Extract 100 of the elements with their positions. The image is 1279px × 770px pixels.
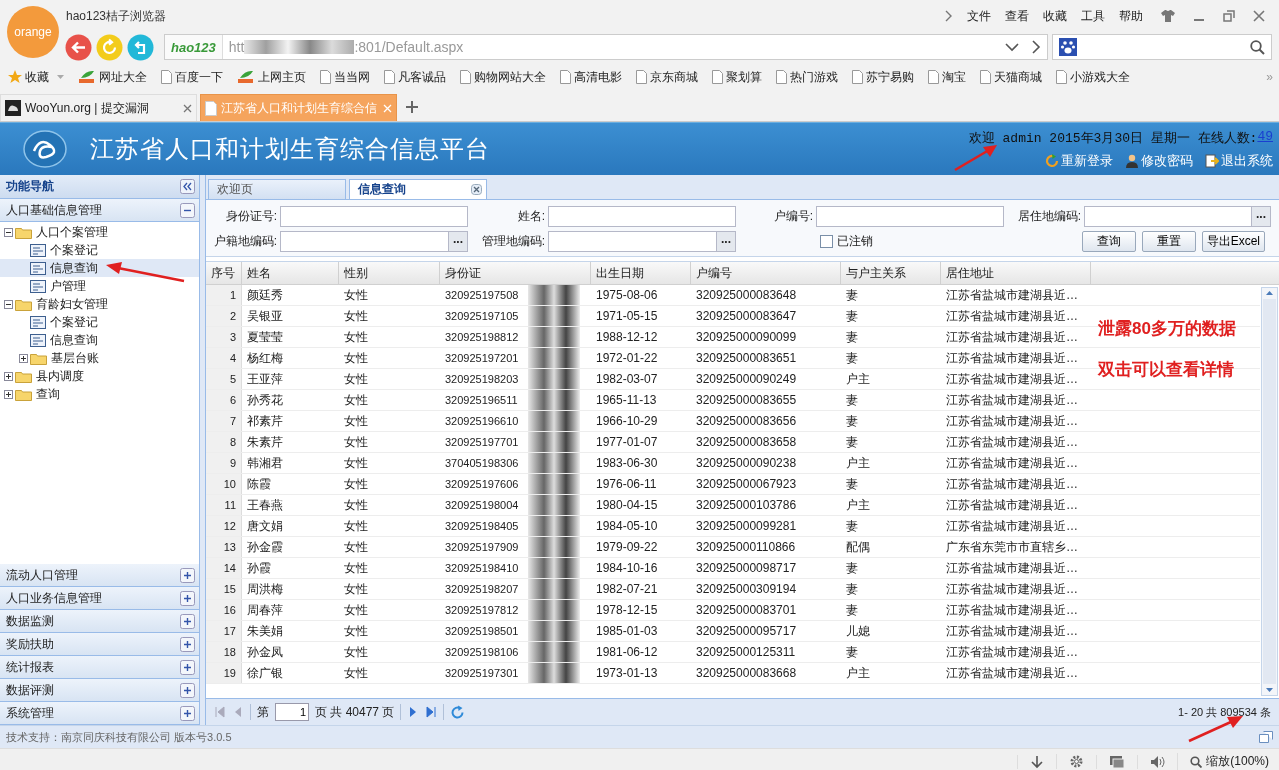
- menu-item[interactable]: 文件: [967, 7, 991, 25]
- close-icon[interactable]: [1253, 10, 1265, 22]
- tree-item[interactable]: 县内调度: [0, 367, 199, 385]
- bookmark-item[interactable]: 聚划算: [712, 68, 762, 86]
- browser-tab[interactable]: WooYun.org | 提交漏洞: [0, 94, 197, 121]
- picker-field[interactable]: ...: [1084, 206, 1271, 227]
- bookmark-item[interactable]: 购物网站大全: [460, 68, 546, 86]
- chevron-icon[interactable]: [945, 10, 953, 22]
- window-icon[interactable]: [1259, 731, 1273, 743]
- bookmark-item[interactable]: 小游戏大全: [1056, 68, 1130, 86]
- column-header[interactable]: 居住地址: [941, 262, 1091, 284]
- toggle-icon[interactable]: [180, 613, 195, 629]
- tree-item[interactable]: 个案登记: [0, 241, 199, 259]
- row-number: 2: [206, 306, 242, 326]
- bookmark-item[interactable]: 当当网: [320, 68, 370, 86]
- nav-section-header[interactable]: 系统管理: [0, 702, 199, 725]
- nav-section-header[interactable]: 人口业务信息管理: [0, 587, 199, 610]
- menu-item[interactable]: 工具: [1081, 7, 1105, 25]
- expander-icon[interactable]: [19, 353, 28, 363]
- shirt-icon[interactable]: [1161, 10, 1175, 22]
- bookmark-item[interactable]: 上网主页: [237, 68, 306, 86]
- column-header[interactable]: 性别: [339, 262, 440, 284]
- picker-field[interactable]: ...: [280, 231, 468, 252]
- restore-icon[interactable]: [1223, 10, 1235, 22]
- bookmark-item[interactable]: 苏宁易购: [852, 68, 914, 86]
- search-field[interactable]: [1052, 34, 1272, 60]
- bookmark-item[interactable]: 热门游戏: [776, 68, 838, 86]
- column-header[interactable]: 序号: [206, 262, 242, 284]
- toggle-icon[interactable]: [180, 567, 195, 583]
- nav-section-header[interactable]: 奖励扶助: [0, 633, 199, 656]
- content-tab[interactable]: 欢迎页: [208, 179, 346, 199]
- expander-icon[interactable]: [4, 299, 13, 309]
- tree-item[interactable]: 查询: [0, 385, 199, 403]
- tree-item[interactable]: 人口个案管理: [0, 223, 199, 241]
- column-header[interactable]: 身份证: [440, 262, 591, 284]
- close-icon[interactable]: [471, 184, 482, 195]
- nav-section-header[interactable]: 流动人口管理: [0, 564, 199, 587]
- nav-section-header[interactable]: 数据监测: [0, 610, 199, 633]
- tree-item[interactable]: 育龄妇女管理: [0, 295, 199, 313]
- scrollbar[interactable]: [1261, 287, 1278, 696]
- toggle-icon[interactable]: [180, 636, 195, 652]
- collapse-icon[interactable]: [180, 179, 195, 194]
- column-header[interactable]: 与户主关系: [841, 262, 941, 284]
- forward-icon[interactable]: [1031, 40, 1041, 54]
- nav-section-header[interactable]: 统计报表: [0, 656, 199, 679]
- emblem-icon: [22, 129, 68, 169]
- form-button[interactable]: 导出Excel: [1201, 231, 1265, 252]
- form-button[interactable]: 重置: [1141, 231, 1196, 252]
- bookmark-item[interactable]: 百度一下: [161, 68, 223, 86]
- expander-icon[interactable]: [4, 389, 13, 399]
- close-icon[interactable]: [183, 103, 192, 113]
- menu-item[interactable]: 帮助: [1119, 7, 1143, 25]
- search-icon[interactable]: [1250, 39, 1265, 55]
- table-cell-text: 周洪梅: [246, 581, 284, 598]
- content-tab[interactable]: 信息查询: [349, 179, 487, 199]
- page-icon: [636, 70, 647, 84]
- toggle-icon[interactable]: [180, 202, 195, 218]
- input-field[interactable]: [816, 206, 1004, 227]
- dropdown-icon[interactable]: [1005, 42, 1019, 52]
- last-page-icon[interactable]: [425, 706, 438, 718]
- header-link[interactable]: 退出系统: [1205, 151, 1273, 170]
- toggle-icon[interactable]: [180, 659, 195, 675]
- tree-item[interactable]: 基层台账: [0, 349, 199, 367]
- header-link[interactable]: 修改密码: [1125, 151, 1193, 170]
- new-tab-icon[interactable]: [406, 101, 418, 113]
- menu-item[interactable]: 查看: [1005, 7, 1029, 25]
- toggle-icon[interactable]: [180, 590, 195, 606]
- bookmark-item[interactable]: 高清电影: [560, 68, 622, 86]
- picker-field[interactable]: ...: [548, 231, 736, 252]
- column-header[interactable]: 姓名: [242, 262, 339, 284]
- nav-section-header[interactable]: 人口基础信息管理: [0, 199, 199, 222]
- bookmark-item[interactable]: 网址大全: [78, 68, 147, 86]
- nav-section-header[interactable]: 数据评测: [0, 679, 199, 702]
- table-cell-text: 唐文娟: [246, 518, 284, 535]
- input-field[interactable]: [548, 206, 736, 227]
- form-button[interactable]: 查询: [1081, 231, 1136, 252]
- paw-icon[interactable]: [1059, 38, 1077, 56]
- input-field[interactable]: [280, 206, 468, 227]
- cancelled-checkbox[interactable]: 已注销: [816, 233, 1004, 250]
- column-header[interactable]: 出生日期: [591, 262, 691, 284]
- zoom-button[interactable]: 缩放(100%): [1177, 753, 1279, 770]
- refresh-icon[interactable]: [450, 704, 466, 720]
- tree-item[interactable]: 个案登记: [0, 313, 199, 331]
- toggle-icon[interactable]: [180, 682, 195, 698]
- toggle-icon[interactable]: [180, 705, 195, 721]
- header-link[interactable]: 重新登录: [1045, 151, 1113, 170]
- bookmark-item[interactable]: 京东商城: [636, 68, 698, 86]
- bookmark-item[interactable]: 收藏: [8, 68, 49, 86]
- expander-icon[interactable]: [4, 227, 13, 237]
- tree-item[interactable]: 户管理: [0, 277, 199, 295]
- menu-item[interactable]: 收藏: [1043, 7, 1067, 25]
- tree-item[interactable]: 信息查询: [0, 259, 199, 277]
- tree-item[interactable]: 信息查询: [0, 331, 199, 349]
- bookmark-item[interactable]: 淘宝: [928, 68, 966, 86]
- page-number-field[interactable]: 1: [275, 703, 309, 721]
- bookmark-item[interactable]: 天猫商城: [980, 68, 1042, 86]
- expander-icon[interactable]: [4, 371, 13, 381]
- bookmark-item[interactable]: 凡客诚品: [384, 68, 446, 86]
- column-header[interactable]: 户编号: [691, 262, 841, 284]
- back-button[interactable]: [65, 33, 92, 61]
